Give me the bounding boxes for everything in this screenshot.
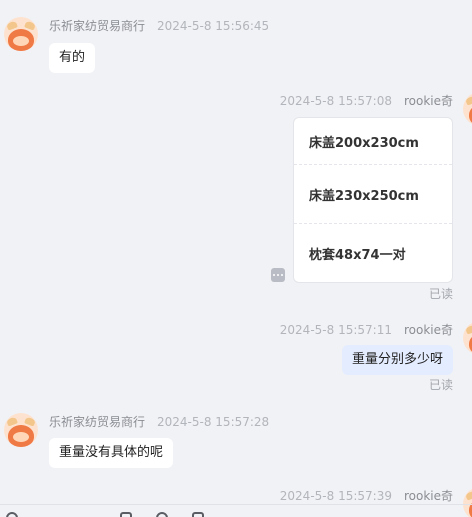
card-item: 床盖230x250cm bbox=[294, 164, 452, 223]
input-toolbar-divider bbox=[0, 504, 472, 505]
card-item: 枕套48x74一对 bbox=[294, 223, 452, 282]
message-meta: 2024-5-8 15:57:08 rookie奇 bbox=[280, 92, 453, 109]
sender-name: 乐祈家纺贸易商行 bbox=[49, 19, 146, 33]
message-bubble[interactable]: 重量没有具体的呢 bbox=[49, 438, 174, 468]
sender-name: rookie奇 bbox=[403, 489, 453, 503]
sender-name: rookie奇 bbox=[403, 323, 453, 337]
message-meta: 2024-5-8 15:57:39 rookie奇 bbox=[280, 487, 453, 504]
image-icon[interactable] bbox=[120, 512, 132, 517]
message-bubble[interactable]: 有的 bbox=[49, 43, 96, 73]
emoji-icon[interactable] bbox=[6, 512, 18, 517]
card-item: 床盖200x230cm bbox=[309, 135, 419, 151]
message-time: 2024-5-8 15:57:28 bbox=[157, 415, 270, 429]
input-toolbar bbox=[0, 510, 472, 517]
read-status: 已读 bbox=[429, 287, 454, 301]
more-options-icon[interactable] bbox=[271, 268, 285, 282]
message-meta: 乐祈家纺贸易商行 2024-5-8 15:56:45 bbox=[49, 17, 269, 34]
message-meta: 乐祈家纺贸易商行 2024-5-8 15:57:28 bbox=[49, 413, 269, 430]
user-avatar[interactable] bbox=[463, 92, 472, 126]
seller-avatar[interactable] bbox=[4, 413, 38, 447]
message-time: 2024-5-8 15:57:39 bbox=[279, 489, 392, 503]
message-time: 2024-5-8 15:56:45 bbox=[157, 19, 270, 33]
chat-window: 乐祈家纺贸易商行 2024-5-8 15:56:45 有的 2024-5-8 15… bbox=[0, 0, 472, 517]
screenshot-icon[interactable] bbox=[192, 512, 204, 517]
seller-avatar[interactable] bbox=[4, 17, 38, 51]
message-time: 2024-5-8 15:57:08 bbox=[279, 94, 392, 108]
sender-name: 乐祈家纺贸易商行 bbox=[49, 415, 146, 429]
message-time: 2024-5-8 15:57:11 bbox=[279, 323, 392, 337]
product-card[interactable]: 床盖200x230cm 床盖230x250cm 枕套48x74一对 bbox=[293, 117, 453, 283]
message-meta: 2024-5-8 15:57:11 rookie奇 bbox=[280, 321, 453, 338]
message-bubble[interactable]: 重量分别多少呀 bbox=[341, 345, 453, 375]
user-avatar[interactable] bbox=[463, 321, 472, 355]
read-status: 已读 bbox=[429, 378, 454, 392]
file-icon[interactable] bbox=[156, 512, 168, 517]
sender-name: rookie奇 bbox=[403, 94, 453, 108]
